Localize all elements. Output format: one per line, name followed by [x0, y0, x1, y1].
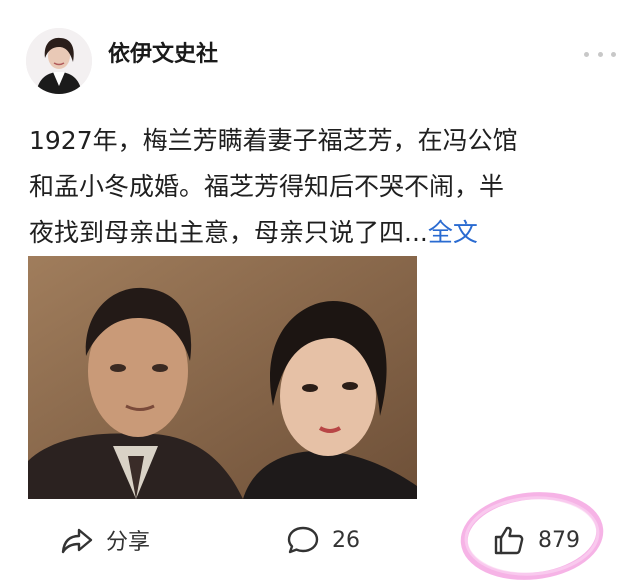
share-icon	[61, 528, 93, 554]
more-dots-icon	[584, 51, 589, 57]
avatar-image	[26, 28, 92, 94]
post-header: 依伊文史社	[26, 28, 616, 98]
post-text-line: 1927年，梅兰芳瞒着妻子福芝芳，在冯公馆	[29, 126, 518, 155]
post-text: 1927年，梅兰芳瞒着妻子福芝芳，在冯公馆 和孟小冬成婚。福芝芳得知后不哭不闹，…	[29, 118, 615, 256]
post-text-line: 和孟小冬成婚。福芝芳得知后不哭不闹，半	[29, 172, 505, 201]
comment-button[interactable]: 26	[286, 518, 360, 562]
share-button[interactable]: 分享	[60, 518, 150, 562]
share-label: 分享	[106, 530, 151, 555]
comment-count: 26	[332, 527, 360, 553]
like-count: 879	[538, 527, 580, 553]
post-text-line: 夜找到母亲出主意，母亲只说了四...	[29, 218, 428, 247]
like-button[interactable]: 879	[492, 518, 580, 562]
action-bar: 分享 26 879	[0, 508, 640, 572]
post-photo[interactable]	[28, 256, 417, 499]
post-text-line-last: 夜找到母亲出主意，母亲只说了四...全文	[29, 210, 615, 256]
vintage-couple-photo	[28, 256, 417, 499]
author-avatar[interactable]	[26, 28, 92, 94]
thumbs-up-icon	[494, 526, 524, 555]
author-name[interactable]: 依伊文史社	[108, 36, 218, 68]
read-more-link[interactable]: 全文	[428, 218, 478, 247]
more-dots-icon	[611, 51, 616, 57]
more-dots-icon	[597, 51, 603, 57]
more-options-button[interactable]	[584, 42, 616, 66]
comment-icon	[287, 526, 319, 554]
